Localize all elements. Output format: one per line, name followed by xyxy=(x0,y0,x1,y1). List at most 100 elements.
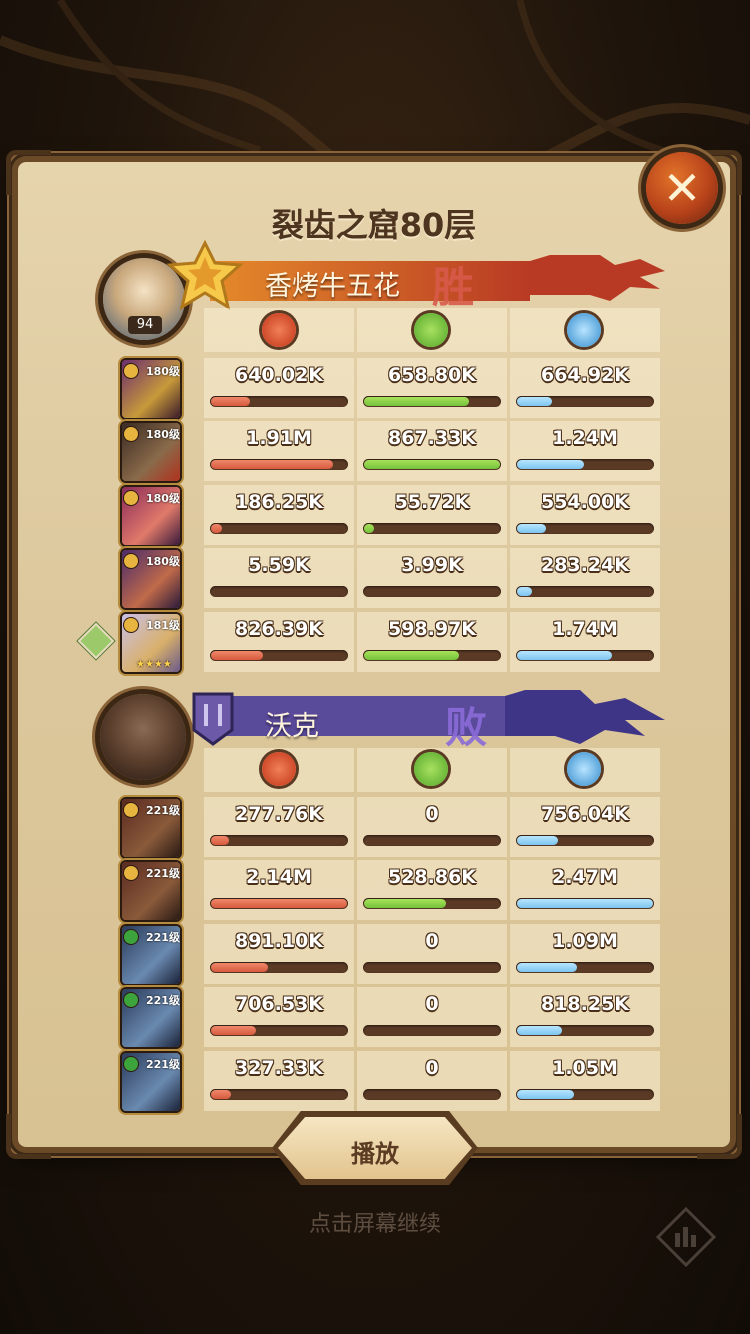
damage-cell: 2.14M xyxy=(204,860,354,921)
damage-cell: 640.02K xyxy=(204,358,354,418)
tank-bar-fill xyxy=(517,899,653,909)
tank-cell: 554.00K xyxy=(510,484,660,545)
damage-cell: 327.33K xyxy=(204,1050,354,1111)
shield-icon xyxy=(567,752,601,786)
damage-bar xyxy=(210,835,348,846)
damage-cell: 186.25K xyxy=(204,484,354,545)
damage-bar xyxy=(210,1088,348,1100)
tank-bar-fill xyxy=(517,523,546,533)
damage-bar-fill xyxy=(211,650,263,660)
heal-bar xyxy=(363,898,501,910)
heal-bar-fill xyxy=(364,460,500,470)
hero-level: 221级 xyxy=(146,867,180,881)
tank-cell: 2.47M xyxy=(510,860,660,921)
close-button[interactable]: ✕ xyxy=(646,152,718,224)
hero-portrait[interactable]: 221级 xyxy=(122,799,180,857)
player-avatar-lose[interactable] xyxy=(100,694,186,780)
heal-bar xyxy=(363,961,501,973)
hero-portrait[interactable]: 180级 xyxy=(122,423,180,482)
damage-cell: 706.53K xyxy=(204,987,354,1048)
damage-value: 327.33K xyxy=(234,1056,324,1079)
tank-cell: 1.24M xyxy=(510,421,660,482)
level-badge-icon xyxy=(124,993,138,1008)
tank-value: 1.09M xyxy=(552,929,618,952)
damage-cell: 1.91M xyxy=(204,421,354,482)
heal-value: 3.99K xyxy=(401,554,463,577)
tank-bar-fill xyxy=(517,1026,562,1036)
level-badge-icon xyxy=(124,929,138,944)
win-mark: 胜 xyxy=(432,263,475,312)
hero-stat-row: 180级 186.25K 55.72K 554.00K xyxy=(112,484,664,545)
damage-value: 826.39K xyxy=(234,617,324,640)
hero-level: 221级 xyxy=(146,1057,180,1071)
tank-bar-fill xyxy=(517,460,584,470)
hero-portrait[interactable]: 221级 xyxy=(122,862,180,921)
tap-to-continue-hint[interactable]: 点击屏幕继续 xyxy=(0,1206,750,1238)
damage-value: 706.53K xyxy=(234,993,324,1016)
heal-cell: 0 xyxy=(357,1050,507,1111)
heal-icon xyxy=(414,752,448,786)
damage-cell: 891.10K xyxy=(204,923,354,984)
hero-portrait[interactable]: 180级 xyxy=(122,550,180,609)
hero-portrait[interactable]: 181级 ★★★★ xyxy=(122,613,180,672)
hero-level: 181级 xyxy=(146,618,180,632)
damage-bar-fill xyxy=(211,1026,256,1036)
tank-value: 756.04K xyxy=(540,803,630,825)
damage-cell: 5.59K xyxy=(204,548,354,609)
heal-bar-fill xyxy=(364,523,374,533)
tank-bar-fill xyxy=(517,836,558,845)
tank-cell: 1.74M xyxy=(510,611,660,672)
damage-bar-fill xyxy=(211,836,229,845)
level-badge-icon xyxy=(124,427,138,442)
heal-value: 528.86K xyxy=(387,866,477,889)
heal-value: 55.72K xyxy=(394,490,470,513)
level-badge-icon xyxy=(124,554,138,569)
heal-cell: 55.72K xyxy=(357,484,507,545)
hero-stars: ★★★★ xyxy=(136,658,172,670)
level-badge-icon xyxy=(124,803,138,817)
damage-bar xyxy=(210,649,348,661)
tank-value: 2.47M xyxy=(552,866,618,889)
tank-bar xyxy=(516,396,654,407)
tank-value: 283.24K xyxy=(540,554,630,577)
tank-value: 818.25K xyxy=(540,993,630,1016)
level-badge-icon xyxy=(124,490,138,505)
panel-corner xyxy=(6,1114,51,1159)
heal-bar xyxy=(363,586,501,598)
heal-bar xyxy=(363,396,501,407)
damage-cell: 826.39K xyxy=(204,611,354,672)
damage-cell: 277.76K xyxy=(204,797,354,857)
tank-cell: 1.05M xyxy=(510,1050,660,1111)
heal-bar-fill xyxy=(364,397,469,406)
shield-icon xyxy=(567,313,601,347)
page-title: 裂齿之窟80层 xyxy=(271,206,477,244)
hero-portrait[interactable]: 221级 xyxy=(122,1052,180,1111)
heal-cell: 0 xyxy=(357,797,507,857)
tank-value: 1.74M xyxy=(552,617,618,640)
tank-cell: 283.24K xyxy=(510,548,660,609)
heal-bar-fill xyxy=(364,650,460,660)
hero-portrait[interactable]: 221级 xyxy=(122,989,180,1048)
tank-bar xyxy=(516,835,654,846)
hero-level: 221级 xyxy=(146,930,180,944)
tank-bar xyxy=(516,1025,654,1037)
tank-bar xyxy=(516,586,654,598)
heal-bar xyxy=(363,1088,501,1100)
tank-bar-fill xyxy=(517,650,613,660)
tank-cell: 756.04K xyxy=(510,797,660,857)
damage-bar xyxy=(210,459,348,471)
tank-cell: 818.25K xyxy=(510,987,660,1048)
damage-value: 640.02K xyxy=(234,364,324,386)
damage-bar xyxy=(210,961,348,973)
heal-cell: 0 xyxy=(357,987,507,1048)
bar-chart-icon[interactable] xyxy=(656,1207,716,1267)
tank-bar xyxy=(516,649,654,661)
hero-portrait[interactable]: 180级 xyxy=(122,360,180,418)
hero-level: 180级 xyxy=(146,365,180,378)
hero-level: 221级 xyxy=(146,994,180,1008)
hero-portrait[interactable]: 221级 xyxy=(122,925,180,984)
damage-value: 277.76K xyxy=(234,803,324,825)
hero-portrait[interactable]: 180级 xyxy=(122,486,180,545)
tank-value: 554.00K xyxy=(540,490,630,513)
heal-cell: 867.33K xyxy=(357,421,507,482)
